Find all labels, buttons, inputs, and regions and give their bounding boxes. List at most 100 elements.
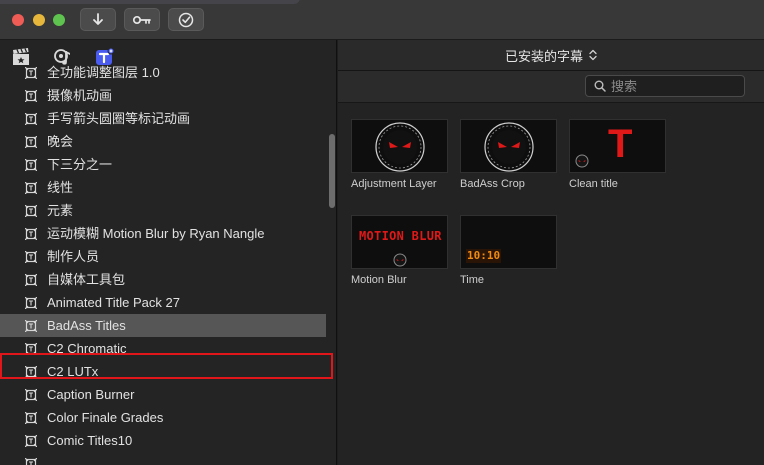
title-category-icon: [25, 389, 37, 401]
sidebar-category-item[interactable]: C2 Chromatic: [0, 337, 326, 360]
search-bar: [338, 71, 764, 103]
sidebar-category-item[interactable]: 线性: [0, 176, 326, 199]
title-category-icon: [25, 458, 37, 465]
title-category-icon: [25, 205, 37, 217]
sidebar-category-item[interactable]: 元素: [0, 199, 326, 222]
sidebar-category-label: 下三分之一: [47, 157, 113, 172]
search-field[interactable]: [585, 75, 745, 97]
search-icon: [594, 80, 606, 92]
skull-emblem-icon: [375, 122, 425, 172]
checkmark-circle-icon: [178, 12, 194, 27]
title-tile-clean-title[interactable]: T Clean title: [569, 119, 666, 190]
sidebar-category-label: 摄像机动画: [47, 88, 113, 103]
sidebar-category-item[interactable]: Caption Burner: [0, 383, 326, 406]
title-category-icon: [25, 435, 37, 447]
sidebar-category-item[interactable]: BadAss Titles: [0, 314, 326, 337]
download-arrow-icon: [93, 12, 103, 25]
key-icon: [132, 15, 151, 24]
title-category-icon: [25, 113, 37, 125]
thumb-letter: T: [608, 122, 633, 166]
sidebar-category-label: 自媒体工具包: [47, 272, 126, 287]
sidebar-category-label: C2 Chromatic: [47, 341, 127, 356]
sidebar-category-label: 晚会: [47, 134, 74, 149]
sidebar-scrollbar[interactable]: [326, 66, 336, 465]
title-category-icon: [25, 136, 37, 148]
mini-skull-icon: [393, 253, 407, 267]
sidebar-category-item[interactable]: Color Finale Grades: [0, 406, 326, 429]
sidebar-category-label: 运动模糊 Motion Blur by Ryan Nangle: [47, 226, 265, 241]
tile-thumbnail: [351, 119, 448, 173]
tile-label: Adjustment Layer: [351, 178, 437, 190]
tile-label: Time: [460, 274, 485, 286]
sidebar-category-item[interactable]: 下三分之一: [0, 153, 326, 176]
search-input[interactable]: [611, 78, 731, 94]
sidebar-category-item[interactable]: Comic Titles10: [0, 429, 326, 452]
title-category-icon: [25, 182, 37, 194]
tile-thumbnail: T: [569, 119, 666, 173]
title-category-list: 全功能调整图层 1.0 摄像机动画手写箭头圆圈等标记动画 晚会下三分之一线性元素运动…: [0, 61, 326, 465]
thumb-text: MOTION BLUR: [359, 229, 442, 243]
sidebar-category-label: 全功能调整图层 1.0: [47, 65, 160, 80]
close-window-button[interactable]: [12, 14, 24, 26]
tile-thumbnail: 10:10: [460, 215, 557, 269]
sidebar-category-item[interactable]: 自媒体工具包: [0, 268, 326, 291]
sidebar-category-item[interactable]: 摄像机动画: [0, 84, 326, 107]
tile-label: BadAss Crop: [460, 178, 525, 190]
sidebar-category-label: BadAss Titles: [47, 318, 126, 333]
sidebar-category-label: C2 LUTx: [47, 364, 99, 379]
sidebar-category-label: 线性: [47, 180, 74, 195]
sidebar-category-label: 制作人员: [47, 249, 100, 264]
title-category-icon: [25, 251, 37, 263]
tile-thumbnail: MOTION BLUR: [351, 215, 448, 269]
zoom-window-button[interactable]: [53, 14, 65, 26]
title-category-icon: [25, 366, 37, 378]
sidebar-category-label: 手写箭头圆圈等标记动画: [47, 111, 191, 126]
title-category-icon: [25, 228, 37, 240]
sidebar-category-item[interactable]: 晚会: [0, 130, 326, 153]
sidebar-scroll-thumb[interactable]: [329, 134, 335, 208]
sidebar-category-label: 元素: [47, 203, 74, 218]
title-tile-motion-blur[interactable]: MOTION BLUR Motion Blur: [351, 215, 448, 286]
title-category-icon: [25, 412, 37, 424]
minimize-window-button[interactable]: [33, 14, 45, 26]
title-tile-time[interactable]: 10:10 Time: [460, 215, 557, 286]
title-category-icon: [25, 90, 37, 102]
title-category-icon: [25, 274, 37, 286]
installed-titles-dropdown[interactable]: 已安装的字幕: [505, 46, 597, 65]
title-tile-badass-crop[interactable]: BadAss Crop: [460, 119, 557, 190]
sidebar: 全功能调整图层 1.0 摄像机动画手写箭头圆圈等标记动画 晚会下三分之一线性元素运动…: [0, 40, 337, 465]
sidebar-category-label: Color Finale Grades: [47, 410, 164, 425]
sidebar-category-item[interactable]: C2 LUTx: [0, 360, 326, 383]
import-button[interactable]: [80, 8, 116, 31]
sidebar-category-label: …: [47, 456, 60, 465]
title-bar: [0, 0, 764, 40]
title-category-icon: [25, 67, 37, 79]
tile-label: Motion Blur: [351, 274, 407, 286]
sidebar-category-label: Animated Title Pack 27: [47, 295, 180, 310]
dropdown-label: 已安装的字幕: [504, 48, 583, 64]
title-tile-adjustment-layer[interactable]: Adjustment Layer: [351, 119, 448, 190]
title-category-icon: [25, 297, 37, 309]
title-category-icon: [25, 320, 37, 332]
chevron-updown-icon: [589, 49, 597, 61]
browser-header: 已安装的字幕: [338, 40, 764, 71]
tile-label: Clean title: [569, 178, 618, 190]
sidebar-category-label: Comic Titles10: [47, 433, 133, 448]
titles-browser: 已安装的字幕 Adjustment Layer: [338, 40, 764, 465]
sidebar-category-item[interactable]: 制作人员: [0, 245, 326, 268]
keyword-button[interactable]: [124, 8, 160, 31]
title-bar-overlap: [0, 0, 300, 4]
mini-skull-icon: [575, 154, 589, 168]
title-category-icon: [25, 159, 37, 171]
sidebar-category-item[interactable]: 运动模糊 Motion Blur by Ryan Nangle: [0, 222, 326, 245]
sidebar-category-item[interactable]: 手写箭头圆圈等标记动画: [0, 107, 326, 130]
skull-emblem-icon: [484, 122, 534, 172]
sidebar-category-item[interactable]: Animated Title Pack 27: [0, 291, 326, 314]
tile-thumbnail: [460, 119, 557, 173]
background-tasks-button[interactable]: [168, 8, 204, 31]
sidebar-category-item[interactable]: …: [0, 452, 326, 465]
thumb-clock-text: 10:10: [466, 249, 502, 263]
sidebar-category-item[interactable]: 全功能调整图层 1.0: [0, 61, 326, 84]
sidebar-category-label: Caption Burner: [47, 387, 135, 402]
title-category-icon: [25, 343, 37, 355]
